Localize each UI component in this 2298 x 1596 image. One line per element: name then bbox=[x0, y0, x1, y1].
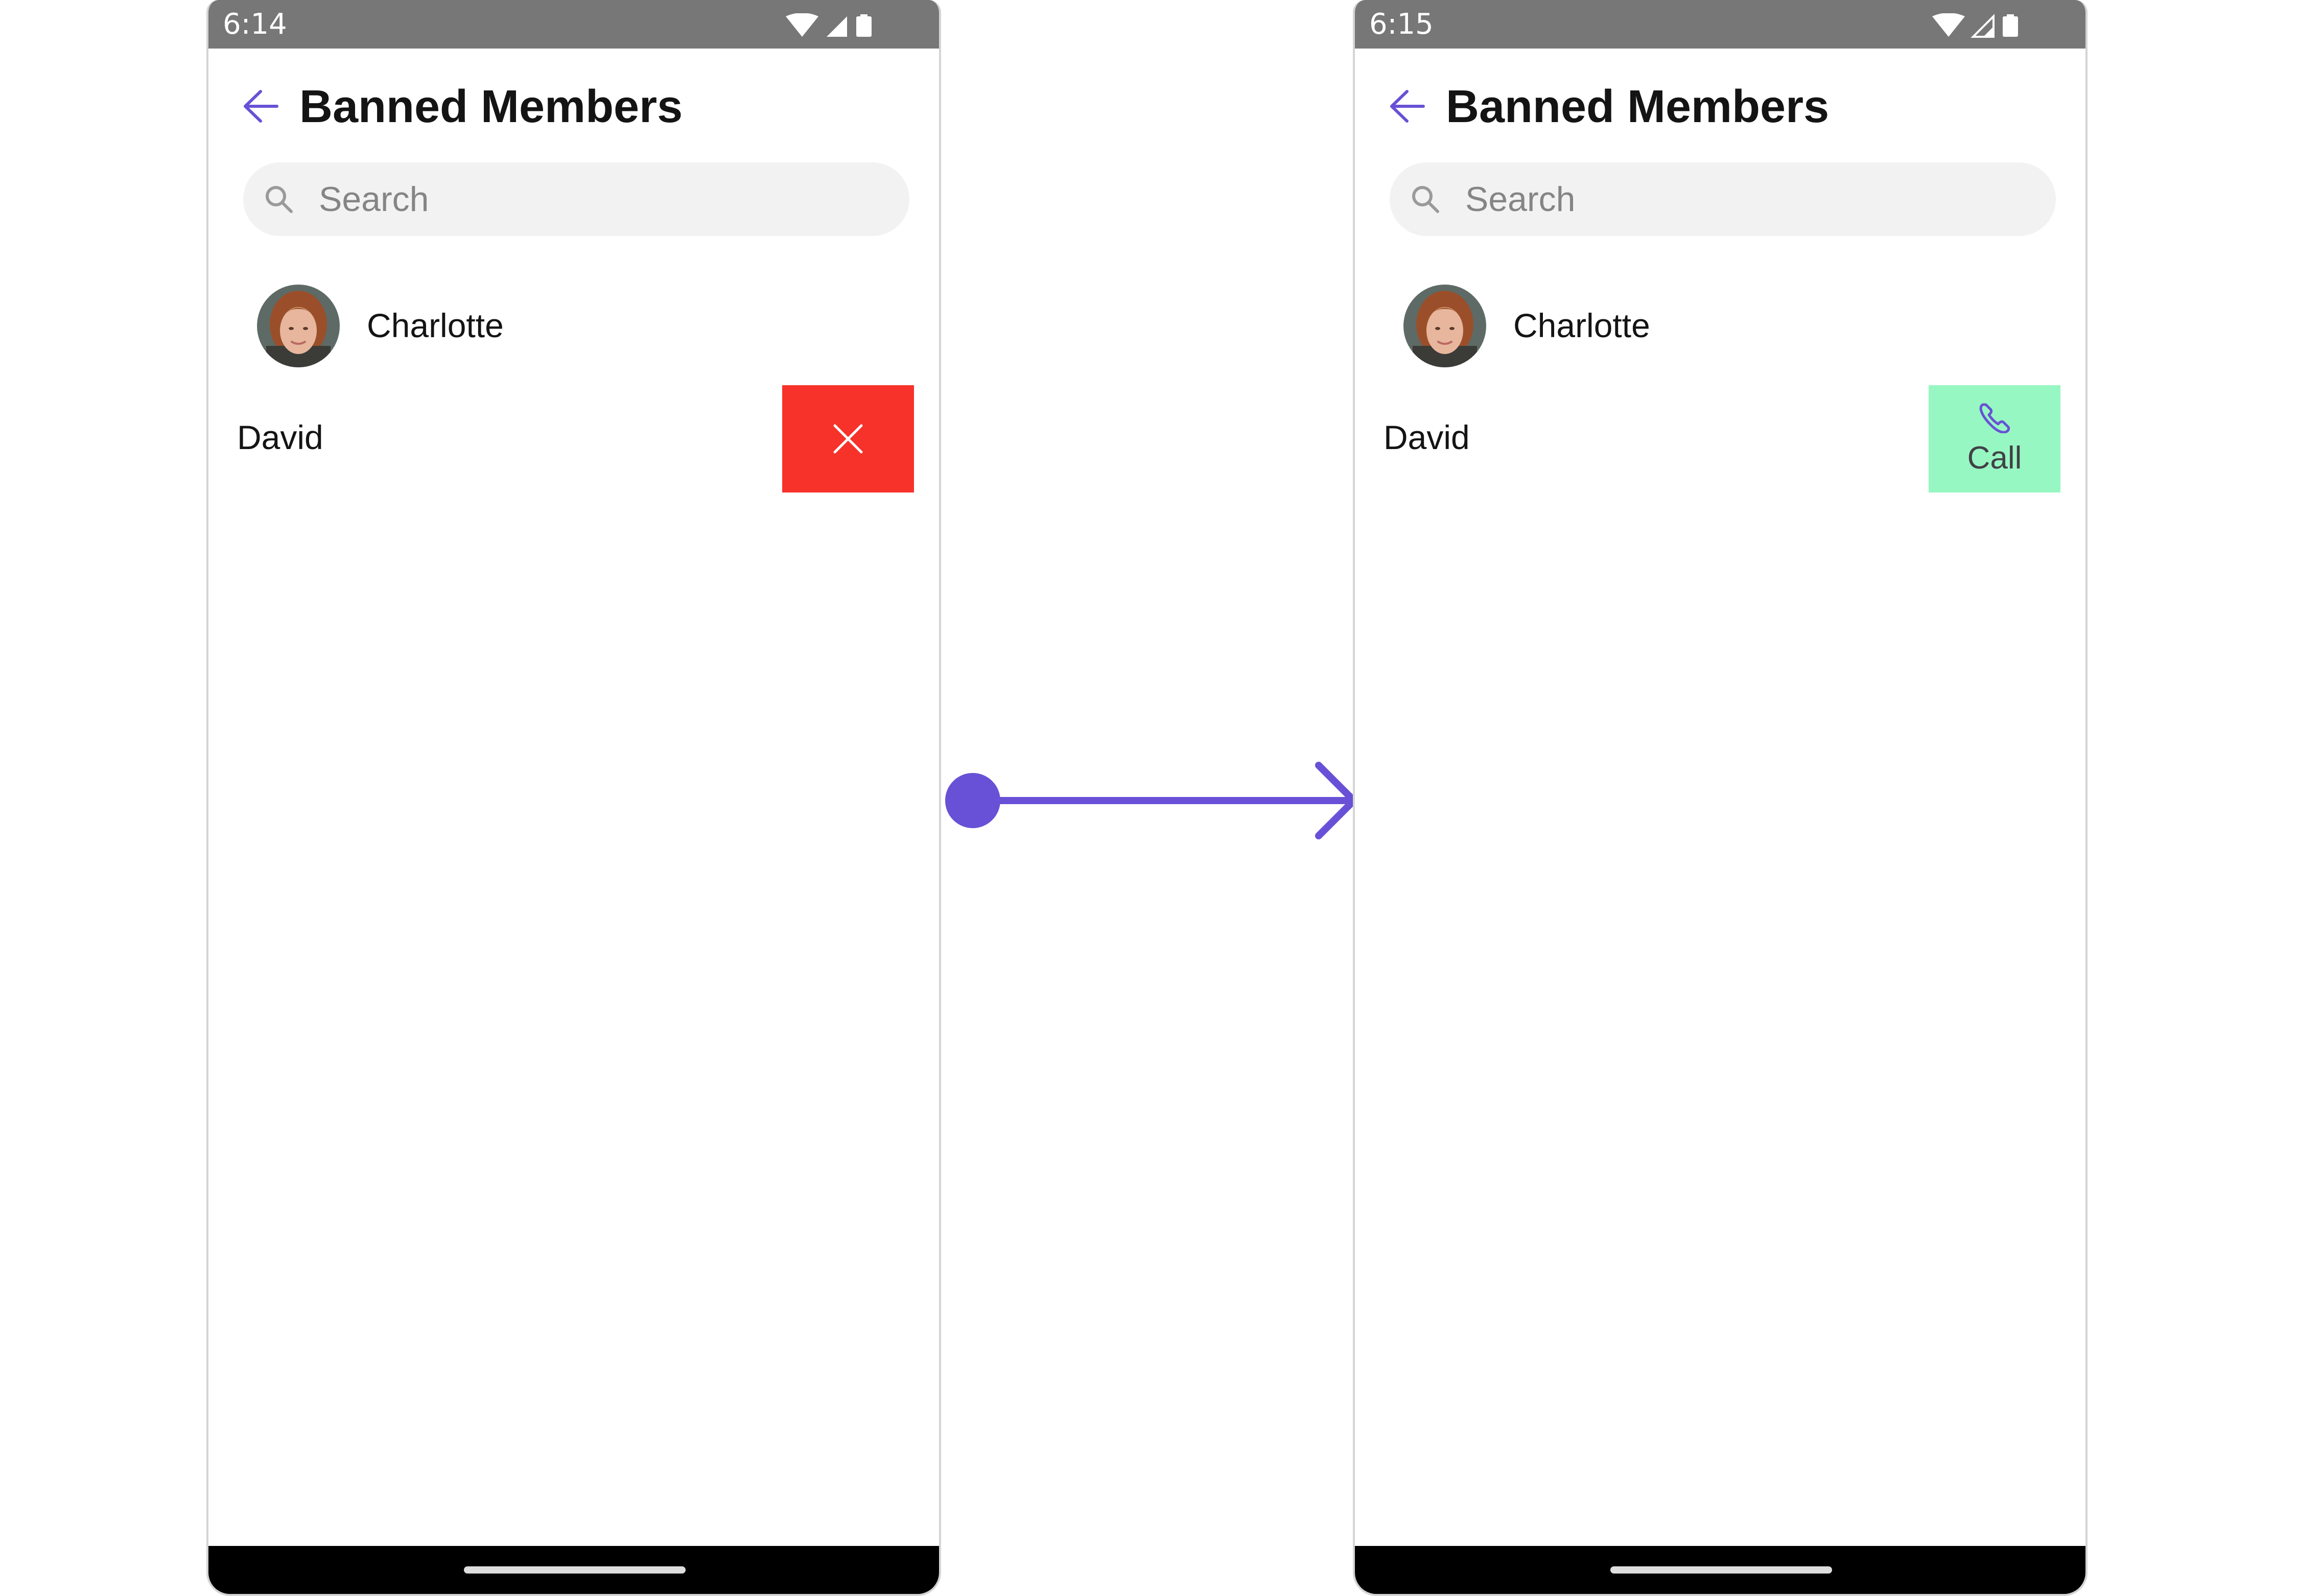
avatar bbox=[257, 285, 340, 367]
member-row-charlotte[interactable]: Charlotte bbox=[208, 278, 939, 373]
status-time: 6:15 bbox=[1369, 8, 1434, 41]
cellular-signal-icon bbox=[827, 16, 847, 37]
search-icon bbox=[266, 186, 293, 213]
battery-icon bbox=[2003, 14, 2018, 37]
avatar bbox=[1403, 285, 1486, 367]
phone-screen-before: 6:14 Banned Members Search Charlotte Dav… bbox=[206, 0, 941, 1596]
back-arrow-icon[interactable] bbox=[240, 85, 282, 127]
search-bar[interactable] bbox=[1390, 162, 2056, 236]
close-icon bbox=[833, 424, 863, 454]
call-swipe-button[interactable]: Call bbox=[1929, 385, 2060, 492]
wifi-icon bbox=[1932, 13, 1965, 37]
member-row-david[interactable]: David Call bbox=[1355, 384, 2085, 492]
member-name: Charlotte bbox=[367, 307, 504, 344]
home-indicator[interactable] bbox=[464, 1566, 686, 1574]
swipe-transition-arrow bbox=[945, 762, 1357, 839]
member-name: David bbox=[1384, 418, 1470, 456]
search-input[interactable] bbox=[319, 180, 855, 219]
status-icons bbox=[1932, 13, 2018, 38]
back-arrow-icon[interactable] bbox=[1387, 85, 1428, 127]
call-label: Call bbox=[1967, 440, 2022, 476]
system-nav-bar bbox=[1355, 1546, 2085, 1594]
member-row-david[interactable]: David bbox=[208, 384, 939, 492]
battery-icon bbox=[856, 14, 872, 37]
search-input[interactable] bbox=[1465, 180, 2002, 219]
member-row-charlotte[interactable]: Charlotte bbox=[1355, 278, 2085, 373]
member-name: Charlotte bbox=[1513, 307, 1650, 344]
home-indicator[interactable] bbox=[1610, 1566, 1832, 1574]
status-bar: 6:15 bbox=[1355, 0, 2085, 49]
app-header: Banned Members bbox=[208, 49, 939, 166]
page-title: Banned Members bbox=[299, 81, 683, 132]
system-nav-bar bbox=[208, 1546, 939, 1594]
member-name: David bbox=[237, 418, 323, 456]
search-bar[interactable] bbox=[243, 162, 909, 236]
status-icons bbox=[786, 13, 872, 37]
phone-screen-after: 6:15 Banned Members Search Charlotte Dav… bbox=[1353, 0, 2088, 1596]
page-title: Banned Members bbox=[1446, 81, 1830, 132]
status-time: 6:14 bbox=[223, 8, 287, 41]
unban-swipe-button[interactable] bbox=[782, 385, 914, 492]
wifi-icon bbox=[786, 13, 818, 37]
search-icon bbox=[1412, 186, 1439, 213]
phone-icon bbox=[1979, 403, 2010, 433]
status-bar: 6:14 bbox=[208, 0, 939, 49]
cellular-signal-icon bbox=[1971, 14, 1995, 38]
app-header: Banned Members bbox=[1355, 49, 2085, 166]
